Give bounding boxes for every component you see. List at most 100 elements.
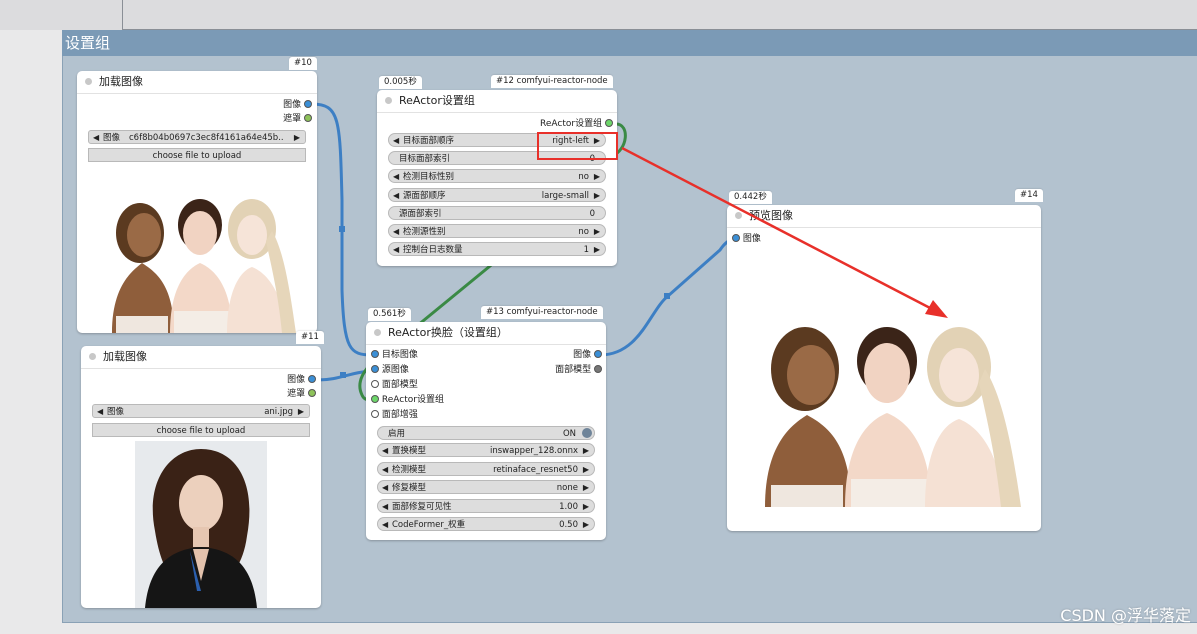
- arrow-left-icon[interactable]: ◀: [93, 131, 99, 145]
- swap-widget[interactable]: ◀ 修复模型 none ▶: [377, 480, 595, 494]
- node-id-badge: #12 comfyui-reactor-node: [491, 75, 613, 88]
- image-port-dot[interactable]: [308, 374, 316, 383]
- options-widget[interactable]: 源面部索引 0: [388, 205, 606, 220]
- swap-widget[interactable]: ◀ 检测模型 retinaface_resnet50 ▶: [377, 461, 595, 477]
- image-select[interactable]: ◀ 图像 c6f8b04b0697c3ec8f4161a64e45b... ▶: [88, 130, 306, 144]
- arrow-right-icon[interactable]: ▶: [583, 518, 589, 532]
- image-port-dot[interactable]: [304, 99, 312, 108]
- widget-label: 图像: [103, 133, 121, 143]
- upload-button[interactable]: choose file to upload: [92, 423, 310, 437]
- swap-widget[interactable]: ◀ 面部修复可见性 1.00 ▶: [377, 498, 595, 514]
- options-widget[interactable]: ◀ 检测目标性别 no ▶: [388, 169, 606, 184]
- collapse-dot[interactable]: [89, 352, 96, 360]
- output-image[interactable]: 图像: [573, 349, 602, 362]
- image-port-dot[interactable]: [371, 349, 379, 358]
- arrow-left-icon[interactable]: ◀: [382, 463, 388, 477]
- input-options[interactable]: ReActor设置组: [371, 394, 444, 407]
- group-title[interactable]: 设置组: [62, 30, 1197, 56]
- collapse-dot[interactable]: [735, 211, 742, 219]
- arrow-right-icon[interactable]: ▶: [594, 225, 600, 239]
- node-title-bar[interactable]: 加载图像: [81, 346, 321, 369]
- options-port-dot[interactable]: [605, 118, 613, 127]
- top-strip: [0, 0, 1197, 30]
- output-mask[interactable]: 遮罩: [287, 388, 316, 401]
- boost-port-dot[interactable]: [371, 409, 379, 418]
- node-title: 预览图像: [749, 209, 793, 222]
- output-label: 图像: [573, 350, 592, 360]
- input-label: 面部模型: [381, 380, 418, 390]
- mask-port-dot[interactable]: [308, 388, 316, 397]
- arrow-left-icon[interactable]: ◀: [97, 405, 103, 419]
- widget-value: no: [578, 172, 589, 183]
- output-image[interactable]: 图像: [283, 99, 312, 112]
- arrow-right-icon[interactable]: ▶: [583, 500, 589, 514]
- swap-widget[interactable]: ◀ CodeFormer_权重 0.50 ▶: [377, 517, 595, 531]
- arrow-left-icon[interactable]: ◀: [393, 170, 399, 184]
- widget-label: 控制台日志数量: [403, 245, 463, 256]
- image-port-dot[interactable]: [732, 233, 740, 242]
- arrow-left-icon[interactable]: ◀: [382, 518, 388, 532]
- arrow-right-icon[interactable]: ▶: [583, 481, 589, 495]
- output-options[interactable]: ReActor设置组: [540, 118, 613, 131]
- output-face-model[interactable]: 面部模型: [555, 364, 602, 377]
- input-image[interactable]: 图像: [732, 233, 761, 246]
- options-widget[interactable]: ◀ 控制台日志数量 1 ▶: [388, 242, 606, 257]
- load-image-node-1[interactable]: 加载图像 图像 遮罩 ◀ 图像 c6f8b04b0697c3ec8f4161a6…: [77, 71, 317, 333]
- preview-image-node[interactable]: 预览图像 图像: [727, 205, 1041, 531]
- input-face-model[interactable]: 面部模型: [371, 379, 418, 392]
- output-label: 面部模型: [555, 365, 592, 375]
- output-label: 遮罩: [287, 389, 306, 399]
- collapse-dot[interactable]: [374, 328, 381, 336]
- toggle-knob-icon[interactable]: [582, 428, 592, 438]
- arrow-right-icon[interactable]: ▶: [583, 463, 589, 477]
- options-port-dot[interactable]: [371, 394, 379, 403]
- output-mask[interactable]: 遮罩: [283, 113, 312, 126]
- arrow-left-icon[interactable]: ◀: [382, 444, 388, 458]
- collapse-dot[interactable]: [85, 77, 92, 85]
- arrow-left-icon[interactable]: ◀: [393, 243, 399, 257]
- collapse-dot[interactable]: [385, 96, 392, 104]
- arrow-left-icon[interactable]: ◀: [382, 500, 388, 514]
- swap-widget[interactable]: ◀ 置换模型 inswapper_128.onnx ▶: [377, 443, 595, 457]
- widget-label: 面部修复可见性: [392, 501, 452, 512]
- result-photo-preview: [727, 317, 1041, 507]
- widget-value: ani.jpg: [264, 407, 293, 417]
- widget-value: retinaface_resnet50: [493, 464, 578, 475]
- options-widget[interactable]: ◀ 检测源性别 no ▶: [388, 224, 606, 238]
- node-title-bar[interactable]: 加载图像: [77, 71, 317, 94]
- arrow-right-icon[interactable]: ▶: [298, 405, 304, 419]
- enable-toggle[interactable]: 启用 ON: [377, 426, 595, 440]
- reactor-options-node[interactable]: ReActor设置组 ReActor设置组 ◀ 目标面部顺序 right-left ▶…: [377, 90, 617, 266]
- load-image-node-2[interactable]: 加载图像 图像 遮罩 ◀ 图像 ani.jpg ▶ choose file to…: [81, 346, 321, 608]
- upload-button[interactable]: choose file to upload: [88, 148, 306, 162]
- input-label: 图像: [742, 234, 761, 244]
- arrow-left-icon[interactable]: ◀: [382, 481, 388, 495]
- arrow-left-icon[interactable]: ◀: [393, 134, 399, 148]
- canvas-edge: [122, 0, 1197, 30]
- image-port-dot[interactable]: [371, 364, 379, 373]
- node-title-bar[interactable]: ReActor换脸（设置组）: [366, 322, 606, 345]
- output-image[interactable]: 图像: [287, 374, 316, 387]
- model-port-dot[interactable]: [371, 379, 379, 388]
- model-port-dot[interactable]: [594, 364, 602, 373]
- input-label: 面部增强: [381, 410, 418, 420]
- options-widget[interactable]: ◀ 源面部顺序 large-small ▶: [388, 187, 606, 203]
- input-target-image[interactable]: 目标图像: [371, 349, 418, 362]
- arrow-right-icon[interactable]: ▶: [594, 189, 600, 203]
- execution-time-badge: 0.005秒: [379, 76, 422, 89]
- input-label: 目标图像: [381, 350, 418, 360]
- arrow-right-icon[interactable]: ▶: [594, 243, 600, 257]
- arrow-right-icon[interactable]: ▶: [294, 131, 300, 145]
- arrow-right-icon[interactable]: ▶: [583, 444, 589, 458]
- arrow-right-icon[interactable]: ▶: [594, 170, 600, 184]
- mask-port-dot[interactable]: [304, 113, 312, 122]
- node-title-bar[interactable]: 预览图像: [727, 205, 1041, 228]
- arrow-left-icon[interactable]: ◀: [393, 189, 399, 203]
- arrow-left-icon[interactable]: ◀: [393, 225, 399, 239]
- image-port-dot[interactable]: [594, 349, 602, 358]
- image-select[interactable]: ◀ 图像 ani.jpg ▶: [92, 404, 310, 418]
- node-title-bar[interactable]: ReActor设置组: [377, 90, 617, 113]
- reactor-swap-node[interactable]: ReActor换脸（设置组） 目标图像 源图像 面部模型 ReActor设置组 …: [366, 322, 606, 540]
- input-source-image[interactable]: 源图像: [371, 364, 409, 377]
- input-face-boost[interactable]: 面部增强: [371, 409, 418, 422]
